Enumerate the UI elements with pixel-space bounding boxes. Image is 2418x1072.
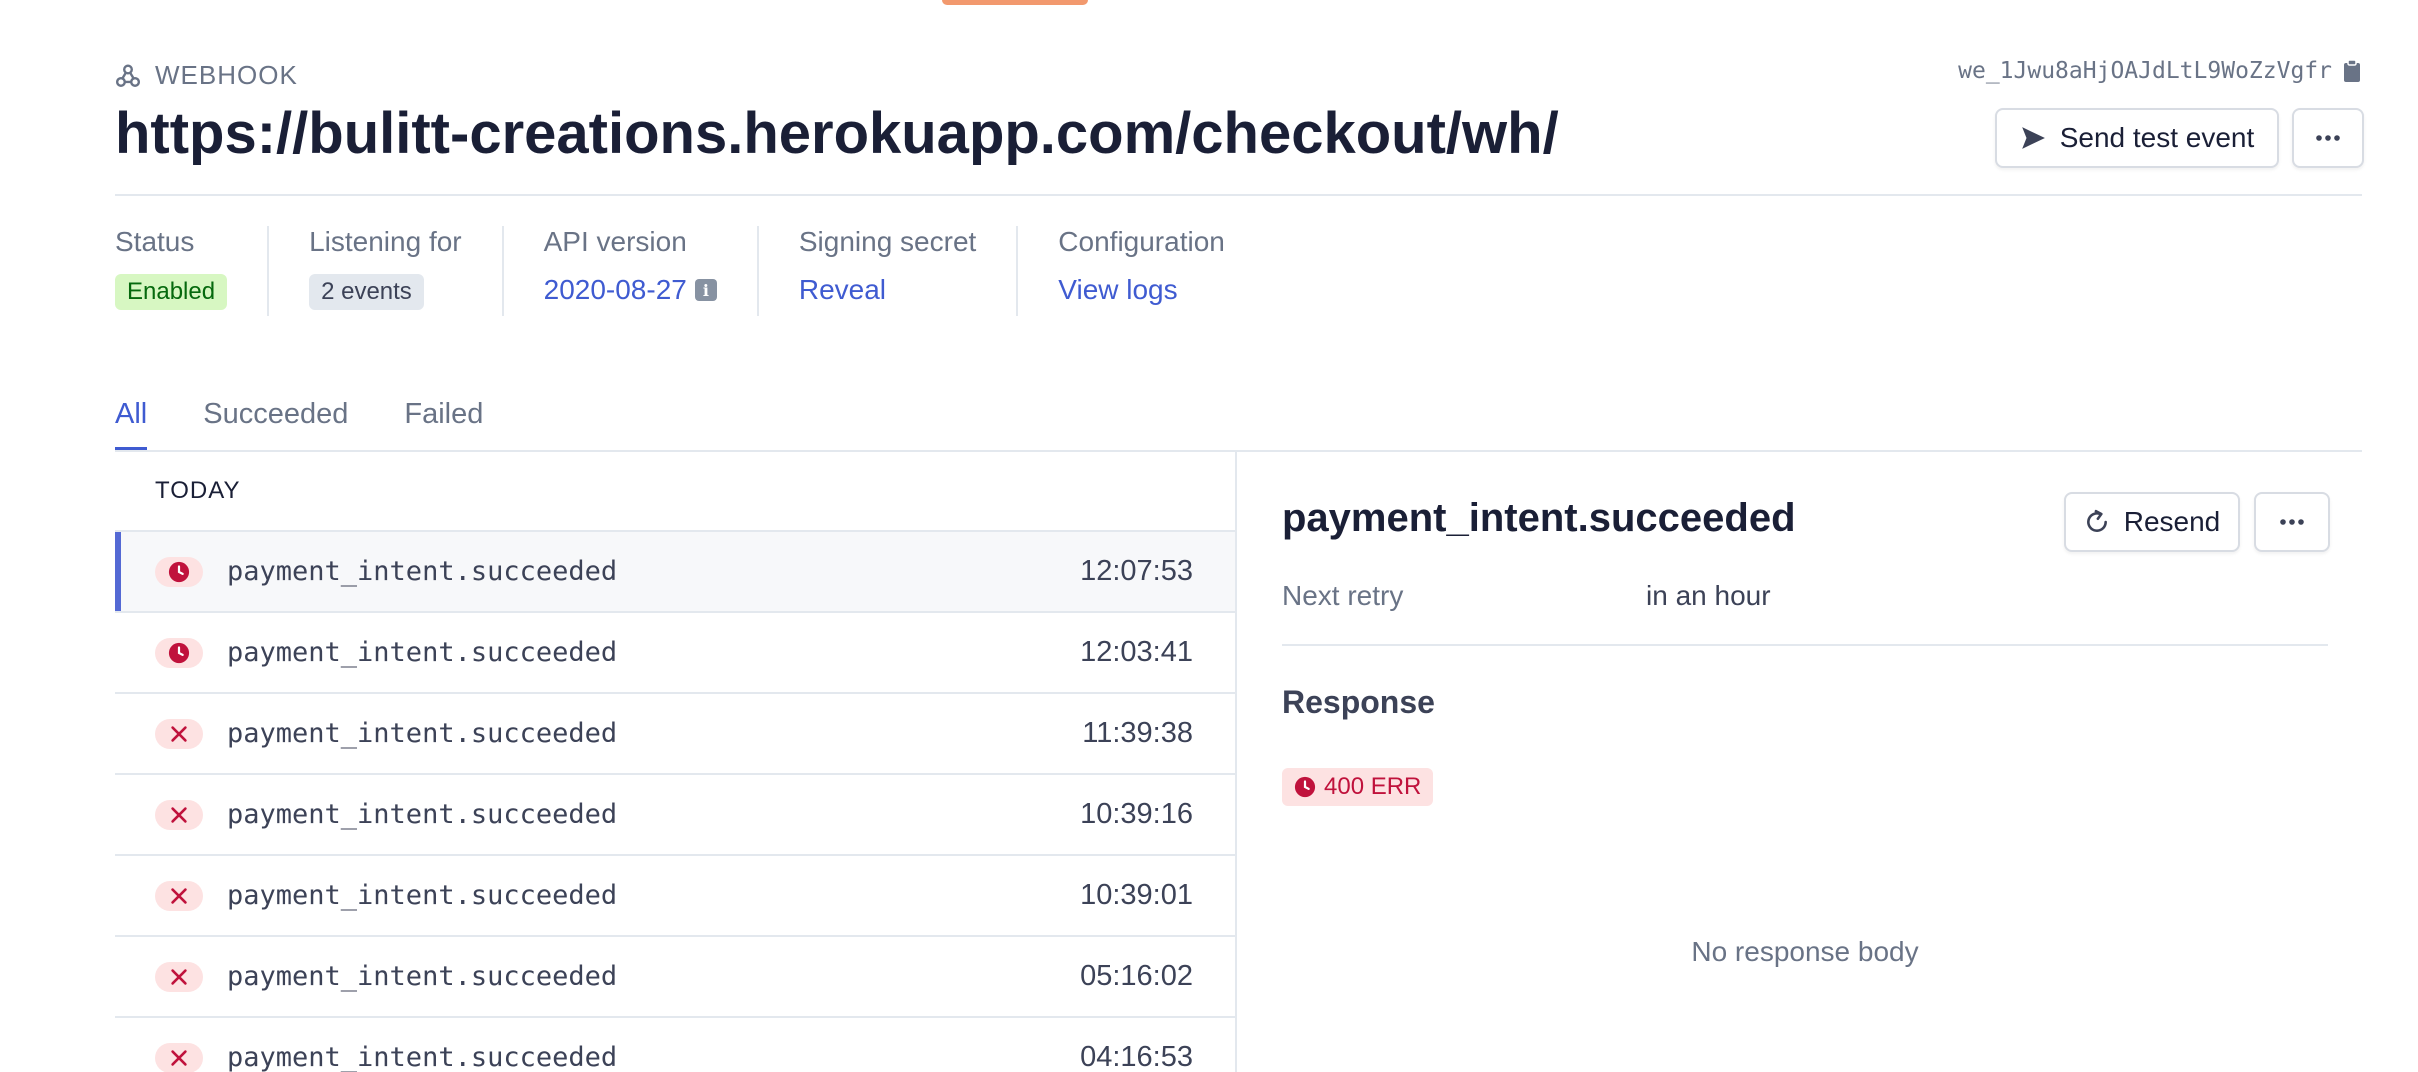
event-detail-panel: payment_intent.succeeded Resend Next ret…	[1282, 452, 2330, 1072]
top-accent-bar	[942, 0, 1088, 5]
event-name: payment_intent.succeeded	[227, 718, 618, 749]
webhook-id-text: we_1Jwu8aHjOAJdLtL9WoZzVgfr	[1958, 58, 2332, 84]
send-arrow-icon	[2021, 127, 2045, 149]
table-row[interactable]: payment_intent.succeeded 04:16:53	[115, 1018, 1235, 1072]
table-row[interactable]: payment_intent.succeeded 10:39:01	[115, 856, 1235, 937]
status-badge: Enabled	[115, 274, 228, 310]
meta-api-label: API version	[543, 226, 687, 257]
table-row[interactable]: payment_intent.succeeded 12:07:53	[115, 532, 1235, 613]
meta-status: Status Enabled	[115, 226, 267, 316]
event-status-pill	[155, 1042, 203, 1072]
api-version-link[interactable]: 2020-08-27 i	[544, 274, 717, 306]
event-time: 10:39:01	[1080, 879, 1193, 911]
event-time: 10:39:16	[1080, 798, 1193, 830]
refresh-icon	[2086, 509, 2107, 532]
event-filter-tabs: All Succeeded Failed	[115, 398, 483, 451]
reveal-secret-link[interactable]: Reveal	[799, 274, 976, 306]
event-status-pill	[155, 799, 203, 830]
header-divider	[115, 194, 2362, 196]
x-icon	[171, 725, 187, 742]
view-logs-link[interactable]: View logs	[1058, 274, 1225, 306]
table-row[interactable]: payment_intent.succeeded 05:16:02	[115, 937, 1235, 1018]
table-row[interactable]: payment_intent.succeeded 11:39:38	[115, 694, 1235, 775]
event-list: TODAY payment_intent.succeeded 12:07:53 pa…	[115, 452, 1237, 1072]
clipboard-icon[interactable]	[2342, 59, 2362, 83]
ellipsis-icon	[2316, 135, 2340, 141]
event-name: payment_intent.succeeded	[227, 799, 618, 830]
event-status-pill	[155, 961, 203, 992]
event-time: 04:16:53	[1080, 1041, 1193, 1072]
event-status-pill	[155, 637, 203, 668]
no-response-body: No response body	[1691, 936, 1919, 967]
webhook-meta: Status Enabled Listening for 2 events AP…	[115, 226, 1265, 316]
meta-signing-secret: Signing secret Reveal	[756, 226, 1016, 316]
clock-icon	[168, 561, 190, 582]
tab-failed[interactable]: Failed	[404, 398, 483, 451]
list-group-label: TODAY	[115, 452, 1235, 532]
event-name: payment_intent.succeeded	[227, 961, 618, 992]
detail-divider	[1282, 644, 2328, 646]
meta-api-version: API version 2020-08-27 i	[501, 226, 757, 316]
x-icon	[171, 887, 187, 904]
webhook-id[interactable]: we_1Jwu8aHjOAJdLtL9WoZzVgfr	[1958, 58, 2362, 84]
event-name: payment_intent.succeeded	[227, 556, 618, 587]
response-title: Response	[1282, 684, 1435, 720]
event-status-pill	[155, 880, 203, 911]
info-icon[interactable]: i	[694, 279, 717, 301]
tab-succeeded[interactable]: Succeeded	[203, 398, 348, 451]
next-retry-value: in an hour	[1646, 580, 1771, 611]
meta-configuration: Configuration View logs	[1016, 226, 1265, 316]
meta-status-label: Status	[115, 226, 195, 257]
meta-listening: Listening for 2 events	[267, 226, 502, 316]
event-name: payment_intent.succeeded	[227, 1042, 618, 1072]
table-row[interactable]: payment_intent.succeeded 10:39:16	[115, 775, 1235, 856]
header-more-button[interactable]	[2292, 108, 2364, 168]
page-header: WEBHOOK https://bulitt-creations.herokua…	[115, 56, 2364, 196]
send-test-event-label: Send test event	[2059, 122, 2255, 153]
tab-all[interactable]: All	[115, 398, 148, 451]
event-time: 12:03:41	[1080, 636, 1193, 668]
meta-listening-label: Listening for	[309, 226, 462, 257]
response-code-text: 400 ERR	[1324, 773, 1422, 800]
meta-secret-label: Signing secret	[798, 226, 977, 257]
webhook-kind-label: WEBHOOK	[115, 60, 298, 91]
event-time: 05:16:02	[1080, 960, 1193, 992]
detail-more-button[interactable]	[2254, 492, 2330, 552]
event-status-pill	[155, 718, 203, 749]
webhook-kind-text: WEBHOOK	[155, 60, 298, 90]
x-icon	[171, 968, 187, 985]
resend-label: Resend	[2123, 506, 2221, 537]
event-time: 11:39:38	[1082, 717, 1193, 749]
event-time: 12:07:53	[1080, 555, 1193, 587]
response-code-badge: 400 ERR	[1282, 768, 1434, 806]
resend-button[interactable]: Resend	[2064, 492, 2240, 552]
event-name: payment_intent.succeeded	[227, 880, 618, 911]
table-row[interactable]: payment_intent.succeeded 12:03:41	[115, 613, 1235, 694]
clock-icon	[168, 642, 190, 663]
webhook-url-title: https://bulitt-creations.herokuapp.com/c…	[115, 101, 1559, 166]
detail-event-title: payment_intent.succeeded	[1282, 496, 1796, 540]
api-version-value: 2020-08-27	[543, 274, 687, 305]
next-retry-label: Next retry	[1282, 580, 1404, 611]
x-icon	[171, 1049, 187, 1066]
ellipsis-icon	[2280, 519, 2304, 525]
send-test-event-button[interactable]: Send test event	[1995, 108, 2279, 168]
x-icon	[171, 806, 187, 823]
webhook-icon	[115, 64, 141, 87]
event-status-pill	[155, 556, 203, 587]
event-name: payment_intent.succeeded	[227, 637, 618, 668]
clock-icon	[1294, 776, 1316, 798]
events-count-badge[interactable]: 2 events	[309, 274, 424, 310]
meta-config-label: Configuration	[1058, 226, 1225, 257]
